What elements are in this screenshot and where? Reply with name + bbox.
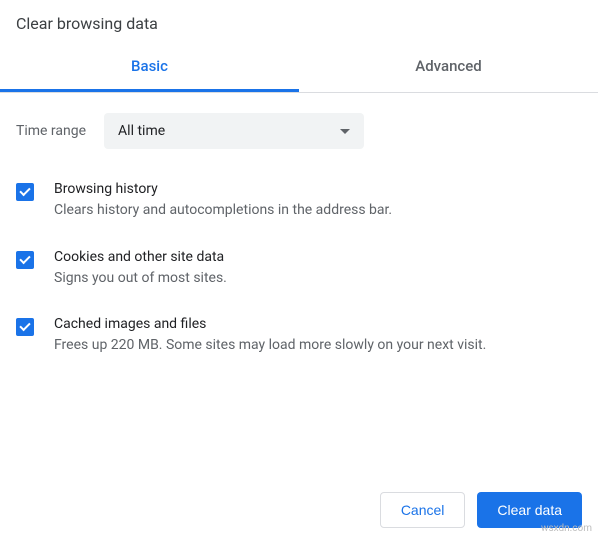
option-cookies: Cookies and other site data Signs you ou… (16, 235, 582, 303)
option-desc: Signs you out of most sites. (54, 269, 227, 289)
option-title: Browsing history (54, 181, 392, 201)
timerange-value: All time (118, 123, 165, 139)
option-desc: Frees up 220 MB. Some sites may load mor… (54, 336, 486, 356)
checkmark-icon (19, 185, 30, 196)
checkbox-browsing-history[interactable] (16, 183, 34, 201)
chevron-down-icon (340, 129, 350, 134)
option-cache: Cached images and files Frees up 220 MB.… (16, 302, 582, 370)
checkbox-cache[interactable] (16, 318, 34, 336)
option-browsing-history: Browsing history Clears history and auto… (16, 167, 582, 235)
checkbox-cookies[interactable] (16, 251, 34, 269)
option-desc: Clears history and autocompletions in th… (54, 201, 392, 221)
dialog-footer: Cancel Clear data (380, 492, 582, 528)
option-text: Cookies and other site data Signs you ou… (54, 249, 227, 289)
checkmark-icon (19, 320, 30, 331)
cancel-button[interactable]: Cancel (380, 492, 466, 528)
clear-data-button[interactable]: Clear data (477, 492, 582, 528)
option-text: Cached images and files Frees up 220 MB.… (54, 316, 486, 356)
timerange-row: Time range All time (0, 93, 598, 167)
timerange-label: Time range (16, 123, 86, 139)
checkmark-icon (19, 253, 30, 264)
tab-basic[interactable]: Basic (0, 43, 299, 92)
timerange-select[interactable]: All time (104, 113, 364, 149)
option-title: Cached images and files (54, 316, 486, 336)
option-title: Cookies and other site data (54, 249, 227, 269)
tabs: Basic Advanced (0, 43, 598, 93)
options-list: Browsing history Clears history and auto… (0, 167, 598, 370)
option-text: Browsing history Clears history and auto… (54, 181, 392, 221)
tab-advanced[interactable]: Advanced (299, 43, 598, 92)
dialog-title: Clear browsing data (0, 0, 598, 43)
